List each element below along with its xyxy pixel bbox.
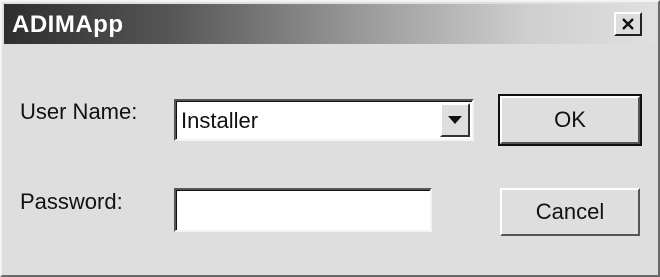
chevron-down-icon [448,116,462,124]
username-label: User Name: [20,99,138,124]
title-bar[interactable]: ADIMApp [4,4,656,44]
login-dialog: ADIMApp User Name: Installer OK Password… [0,0,660,277]
window-title: ADIMApp [12,11,124,38]
username-combobox[interactable]: Installer [174,99,474,141]
cancel-button[interactable]: Cancel [500,188,640,236]
close-button[interactable] [614,12,642,36]
close-icon [622,18,634,30]
ok-button[interactable]: OK [498,94,642,146]
username-value: Installer [181,108,259,133]
password-field[interactable] [174,188,432,232]
password-label: Password: [20,189,123,214]
dropdown-button[interactable] [440,103,470,137]
